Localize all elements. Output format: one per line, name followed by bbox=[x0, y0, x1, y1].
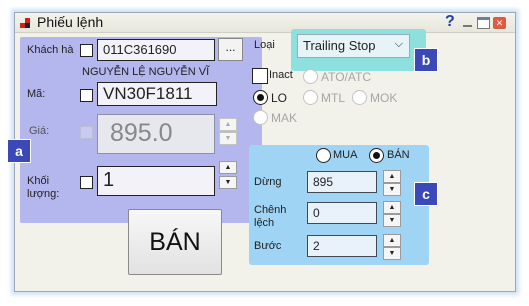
step-stepper[interactable]: ▲ ▼ bbox=[383, 234, 401, 262]
mak-label: MAK bbox=[271, 111, 298, 125]
order-type-selected: Trailing Stop bbox=[303, 38, 376, 53]
chevron-down-icon[interactable]: ⌵ bbox=[395, 38, 403, 51]
mtl-label: MTL bbox=[321, 91, 345, 105]
price-checkbox[interactable] bbox=[80, 126, 93, 139]
mtl-radio[interactable] bbox=[303, 90, 318, 105]
price-field[interactable]: 895.0 bbox=[97, 114, 215, 154]
symbol-field[interactable]: VN30F1811 bbox=[97, 82, 217, 106]
title-bar: Phiếu lệnh ? ✕ bbox=[15, 13, 515, 33]
close-icon[interactable]: ✕ bbox=[493, 17, 506, 29]
stop-down-icon[interactable]: ▼ bbox=[383, 183, 401, 196]
diff-up-icon[interactable]: ▲ bbox=[383, 201, 401, 214]
symbol-label: Mã: bbox=[27, 88, 46, 100]
callout-a: a bbox=[7, 139, 31, 163]
diff-stepper[interactable]: ▲ ▼ bbox=[383, 201, 401, 229]
mok-label: MOK bbox=[370, 91, 398, 105]
account-browse-button[interactable]: ... bbox=[218, 38, 243, 61]
inact-checkbox[interactable] bbox=[252, 68, 268, 84]
inact-label: Inact bbox=[269, 69, 293, 81]
trailing-stop-panel: MUA BÁN Dừng 895 ▲ ▼ Chênh lệch 0 ▲ ▼ Bư… bbox=[249, 145, 429, 265]
ato-atc-label: ATO/ATC bbox=[321, 70, 372, 84]
callout-b: b bbox=[414, 48, 438, 72]
maximize-icon[interactable] bbox=[477, 17, 490, 29]
order-entry-panel: Khách hà 011C361690 ... NGUYỄN LỆ NGUYỄN… bbox=[20, 37, 262, 223]
step-label: Bước bbox=[254, 240, 282, 252]
quantity-down-icon[interactable]: ▼ bbox=[219, 176, 237, 189]
account-field[interactable]: 011C361690 bbox=[97, 39, 215, 61]
sell-button[interactable]: BÁN bbox=[128, 209, 222, 275]
stop-stepper[interactable]: ▲ ▼ bbox=[383, 170, 401, 198]
stop-up-icon[interactable]: ▲ bbox=[383, 170, 401, 183]
mak-radio[interactable] bbox=[253, 110, 268, 125]
window-title: Phiếu lệnh bbox=[37, 14, 104, 30]
account-label: Khách hà bbox=[27, 44, 74, 56]
diff-down-icon[interactable]: ▼ bbox=[383, 214, 401, 227]
stop-label: Dừng bbox=[254, 176, 282, 188]
order-window: Phiếu lệnh ? ✕ Khách hà 011C361690 ... N… bbox=[14, 12, 516, 292]
lo-label: LO bbox=[271, 91, 288, 105]
sell-side-radio[interactable] bbox=[369, 148, 384, 163]
price-label: Giá: bbox=[29, 125, 50, 137]
quantity-label: Khối lượng: bbox=[27, 175, 60, 200]
buy-side-label: MUA bbox=[333, 149, 358, 161]
quantity-checkbox[interactable] bbox=[80, 176, 93, 189]
callout-c: c bbox=[414, 182, 438, 206]
mok-radio[interactable] bbox=[352, 90, 367, 105]
ato-atc-radio[interactable] bbox=[303, 69, 318, 84]
quantity-up-icon[interactable]: ▲ bbox=[219, 161, 237, 174]
help-icon[interactable]: ? bbox=[445, 13, 455, 31]
minimize-icon[interactable] bbox=[461, 17, 474, 29]
quantity-field[interactable]: 1 bbox=[97, 166, 215, 196]
step-down-icon[interactable]: ▼ bbox=[383, 247, 401, 260]
buy-side-radio[interactable] bbox=[316, 148, 331, 163]
stop-field[interactable]: 895 bbox=[307, 171, 377, 193]
lo-radio[interactable] bbox=[253, 90, 268, 105]
diff-label: Chênh lệch bbox=[254, 204, 287, 229]
step-field[interactable]: 2 bbox=[307, 235, 377, 257]
app-icon bbox=[20, 17, 34, 29]
sell-side-label: BÁN bbox=[387, 149, 410, 161]
price-down-icon[interactable]: ▼ bbox=[219, 132, 237, 145]
quantity-stepper[interactable]: ▲ ▼ bbox=[219, 161, 237, 189]
order-type-label: Loại bbox=[254, 39, 275, 51]
price-stepper[interactable]: ▲ ▼ bbox=[219, 118, 237, 146]
step-up-icon[interactable]: ▲ bbox=[383, 234, 401, 247]
symbol-checkbox[interactable] bbox=[80, 89, 93, 102]
account-checkbox[interactable] bbox=[80, 44, 93, 57]
price-up-icon[interactable]: ▲ bbox=[219, 118, 237, 131]
customer-name: NGUYỄN LỆ NGUYỄN VĨ bbox=[82, 66, 210, 78]
diff-field[interactable]: 0 bbox=[307, 202, 377, 224]
order-type-select[interactable]: Trailing Stop ⌵ bbox=[297, 34, 410, 58]
